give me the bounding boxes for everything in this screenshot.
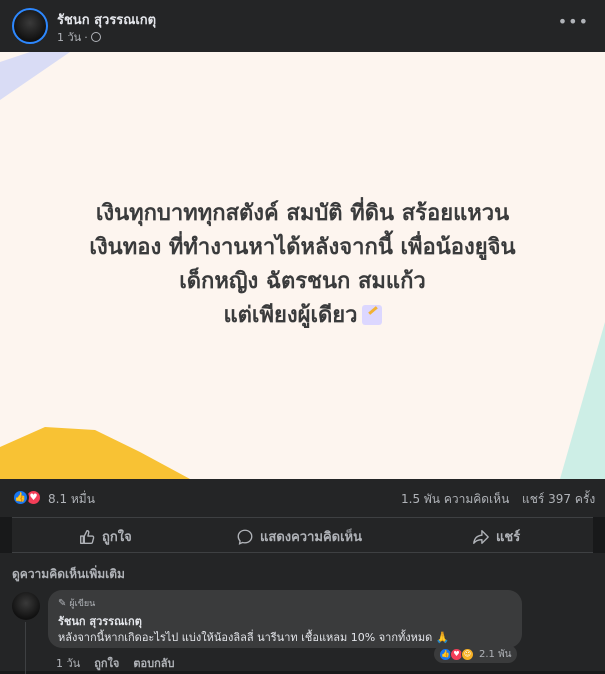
like-reaction-icon: 👍	[12, 489, 29, 506]
care-reaction-icon: ☺	[461, 647, 474, 661]
comment-actions: 1 วัน ถูกใจ ตอบกลับ	[56, 654, 174, 672]
comment-icon	[237, 529, 253, 545]
comment-author-avatar[interactable]	[12, 592, 40, 620]
view-more-comments-link[interactable]: ดูความคิดเห็นเพิ่มเติม	[12, 565, 125, 584]
thread-line	[25, 622, 26, 674]
share-button-label: แชร์	[496, 530, 521, 545]
card-text: เงินทุกบาททุกสตังค์ สมบัติ ที่ดิน สร้อยแ…	[0, 197, 605, 333]
share-arrow-icon	[473, 529, 489, 544]
comment-text: หลังจากนี้หากเกิดอะไรไป แบ่งให้น้องลิลลี…	[58, 631, 450, 644]
post-author-name[interactable]: รัชนก สุวรรณเกตุ	[57, 9, 156, 30]
comments-count[interactable]: 1.5 พัน ความคิดเห็น	[401, 490, 509, 509]
author-avatar[interactable]	[12, 8, 48, 44]
like-button-label: ถูกใจ	[102, 530, 132, 545]
globe-icon	[90, 32, 101, 42]
action-bar: ถูกใจ แสดงความคิดเห็น แชร์	[12, 517, 593, 553]
pen-icon: ✎	[58, 597, 67, 609]
comment-button-label: แสดงความคิดเห็น	[260, 530, 363, 545]
post-text-card[interactable]: เงินทุกบาททุกสตังค์ สมบัติ ที่ดิน สร้อยแ…	[0, 52, 605, 479]
thumbs-up-icon	[80, 529, 95, 544]
stats-bar: 👍 ♥ 8.1 หมื่น 1.5 พัน ความคิดเห็น แชร์ 3…	[0, 479, 605, 517]
share-button[interactable]: แชร์	[472, 526, 520, 547]
card-line: เด็กหญิง ฉัตรชนก สมแก้ว	[179, 269, 426, 294]
reaction-icons[interactable]: 👍 ♥	[12, 489, 42, 506]
shares-count[interactable]: แชร์ 397 ครั้ง	[522, 490, 595, 509]
memo-emoji-icon	[361, 305, 382, 325]
post-meta: 1 วัน ·	[57, 28, 101, 46]
comment-reactions[interactable]: 👍 ♥ ☺ 2.1 พัน	[434, 645, 517, 663]
card-line: แต่เพียงผู้เดียว	[0, 299, 605, 333]
comment-reaction-count: 2.1 พัน	[479, 648, 512, 660]
like-button[interactable]: ถูกใจ	[78, 526, 132, 547]
praying-hands-icon: 🙏	[435, 631, 450, 644]
comments-section: ดูความคิดเห็นเพิ่มเติม ✎ ผู้เขียน รัชนก …	[0, 553, 605, 674]
post-time[interactable]: 1 วัน	[57, 28, 81, 46]
reaction-count[interactable]: 8.1 หมื่น	[48, 490, 95, 509]
comment-like-button[interactable]: ถูกใจ	[94, 654, 119, 672]
author-badge: ✎ ผู้เขียน	[58, 596, 95, 610]
comment-reply-button[interactable]: ตอบกลับ	[133, 654, 174, 672]
comment-button[interactable]: แสดงความคิดเห็น	[236, 526, 362, 547]
author-badge-label: ผู้เขียน	[69, 599, 96, 609]
comment-time[interactable]: 1 วัน	[56, 654, 80, 672]
card-line: เงินทอง ที่ทำงานหาได้หลังจากนี้ เพื่อน้อ…	[89, 235, 516, 260]
post-header: รัชนก สุวรรณเกตุ 1 วัน · •••	[0, 0, 605, 52]
more-dots-icon[interactable]: •••	[558, 12, 589, 31]
comment-bubble: ✎ ผู้เขียน รัชนก สุวรรณเกตุ หลังจากนี้หา…	[48, 590, 522, 648]
card-line: เงินทุกบาททุกสตังค์ สมบัติ ที่ดิน สร้อยแ…	[95, 201, 510, 226]
